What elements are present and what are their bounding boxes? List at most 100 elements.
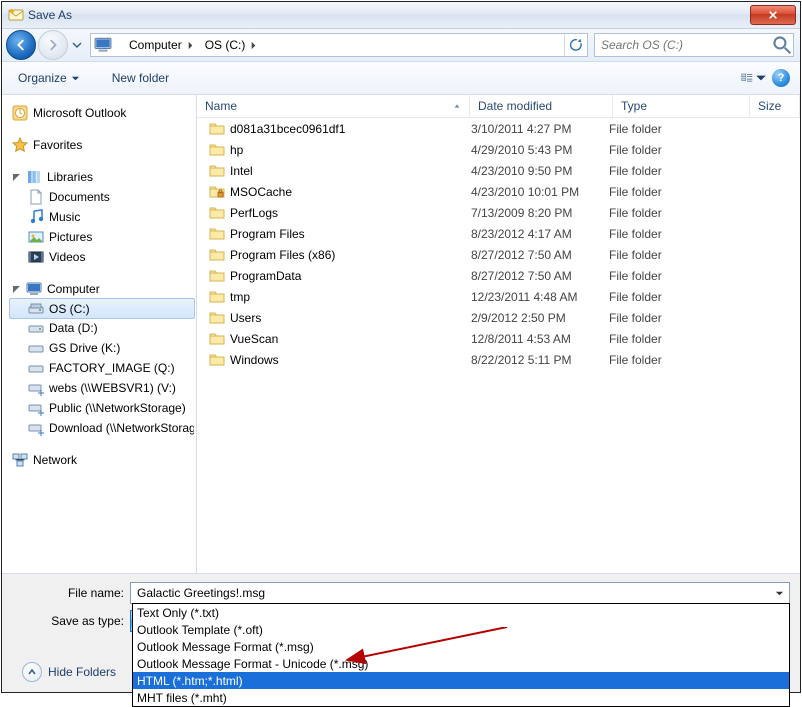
table-row[interactable]: Windows8/22/2012 5:11 PMFile folder [197, 349, 800, 370]
tree-favorites[interactable]: Favorites [10, 135, 194, 155]
search-box[interactable] [594, 33, 794, 57]
tree-osc[interactable]: OS (C:) [9, 298, 195, 319]
file-list: Name Date modified Type Size d081a31bcec… [197, 95, 800, 573]
file-date: 2/9/2012 2:50 PM [465, 311, 603, 325]
chevron-down-icon[interactable] [771, 589, 787, 598]
tree-outlook[interactable]: Microsoft Outlook [10, 103, 194, 123]
table-row[interactable]: PerfLogs7/13/2009 8:20 PMFile folder [197, 202, 800, 223]
tree-videos[interactable]: Videos [10, 247, 194, 267]
folder-icon [209, 310, 225, 326]
search-icon[interactable] [771, 34, 793, 56]
file-name: tmp [230, 290, 250, 304]
file-rows[interactable]: d081a31bcec0961df13/10/2011 4:27 PMFile … [197, 118, 800, 573]
filename-input[interactable] [135, 585, 771, 601]
file-type: File folder [603, 269, 735, 283]
file-type: File folder [603, 206, 735, 220]
app-icon [8, 7, 24, 23]
column-name[interactable]: Name [197, 95, 470, 117]
tree-documents[interactable]: Documents [10, 187, 194, 207]
folder-icon [209, 289, 225, 305]
help-button[interactable]: ? [772, 69, 790, 87]
table-row[interactable]: MSOCache4/23/2010 10:01 PMFile folder [197, 181, 800, 202]
folder-icon [209, 142, 225, 158]
tree-public-w[interactable]: Public (\\NetworkStorage) [10, 398, 194, 418]
file-date: 7/13/2009 8:20 PM [465, 206, 603, 220]
filename-field: File name: [12, 582, 790, 604]
window-title: Save As [28, 8, 72, 22]
file-name: VueScan [230, 332, 278, 346]
title-bar[interactable]: Save As [2, 2, 800, 29]
table-row[interactable]: Intel4/23/2010 9:50 PMFile folder [197, 160, 800, 181]
file-type: File folder [603, 227, 735, 241]
toolbar: Organize New folder ? [2, 62, 800, 95]
column-size[interactable]: Size [750, 95, 800, 117]
breadcrumb-osc[interactable]: OS (C:) [199, 34, 263, 56]
table-row[interactable]: d081a31bcec0961df1 3/10/2011 4:27 PMFile … [197, 118, 800, 139]
table-row[interactable]: Program Files 8/23/2012 4:17 AMFile folde… [197, 223, 800, 244]
nav-tree[interactable]: Microsoft Outlook Favorites Libraries Do… [2, 95, 197, 573]
savetype-dropdown[interactable]: Text Only (*.txt)Outlook Template (*.oft… [132, 603, 790, 707]
new-folder-button[interactable]: New folder [106, 67, 175, 89]
tree-factory-q[interactable]: FACTORY_IMAGE (Q:) [10, 358, 194, 378]
organize-menu[interactable]: Organize [12, 67, 86, 89]
file-list-header[interactable]: Name Date modified Type Size [197, 95, 800, 118]
back-button[interactable] [6, 30, 36, 60]
search-input[interactable] [595, 38, 771, 52]
tree-computer[interactable]: Computer [10, 279, 194, 299]
tree-music[interactable]: Music [10, 207, 194, 227]
breadcrumb-root-chevron[interactable] [115, 38, 123, 52]
file-type: File folder [603, 332, 735, 346]
savetype-option[interactable]: MHT files (*.mht) [133, 689, 789, 706]
table-row[interactable]: ProgramData8/27/2012 7:50 AMFile folder [197, 265, 800, 286]
history-dropdown[interactable] [70, 33, 84, 57]
file-type: File folder [603, 143, 735, 157]
view-options-button[interactable] [740, 66, 768, 90]
refresh-button[interactable] [564, 34, 587, 56]
tree-pictures[interactable]: Pictures [10, 227, 194, 247]
expander-icon[interactable] [12, 173, 21, 182]
expander-icon[interactable] [12, 285, 21, 294]
column-date[interactable]: Date modified [470, 95, 613, 117]
file-name: Program Files [230, 227, 305, 241]
savetype-option[interactable]: HTML (*.htm;*.html) [133, 672, 789, 689]
savetype-option[interactable]: Text Only (*.txt) [133, 604, 789, 621]
breadcrumb-computer[interactable]: Computer [123, 34, 199, 56]
filename-label: File name: [12, 586, 130, 600]
tree-download-x[interactable]: Download (\\NetworkStorage) [10, 418, 194, 438]
save-as-dialog: Save As Computer OS (C:) [1, 1, 801, 693]
table-row[interactable]: Users2/9/2012 2:50 PMFile folder [197, 307, 800, 328]
hide-folders-button[interactable]: Hide Folders [22, 662, 116, 682]
file-name: ProgramData [230, 269, 301, 283]
file-date: 3/10/2011 4:27 PM [465, 122, 603, 136]
table-row[interactable]: tmp12/23/2011 4:48 AMFile folder [197, 286, 800, 307]
file-type: File folder [603, 311, 735, 325]
nav-bar: Computer OS (C:) [2, 29, 800, 62]
tree-gs-k[interactable]: GS Drive (K:) [10, 338, 194, 358]
file-name: MSOCache [230, 185, 292, 199]
folder-icon [209, 121, 225, 137]
breadcrumb[interactable]: Computer OS (C:) [90, 33, 588, 57]
savetype-option[interactable]: Outlook Message Format - Unicode (*.msg) [133, 655, 789, 672]
file-date: 4/29/2010 5:43 PM [465, 143, 603, 157]
folder-icon [209, 184, 225, 200]
file-date: 8/22/2012 5:11 PM [465, 353, 603, 367]
tree-webs-v[interactable]: webs (\\WEBSVR1) (V:) [10, 378, 194, 398]
close-button[interactable] [750, 5, 796, 25]
savetype-option[interactable]: Outlook Template (*.oft) [133, 621, 789, 638]
file-name: Intel [230, 164, 253, 178]
file-date: 12/23/2011 4:48 AM [465, 290, 603, 304]
table-row[interactable]: hp4/29/2010 5:43 PMFile folder [197, 139, 800, 160]
tree-data-d[interactable]: Data (D:) [10, 318, 194, 338]
table-row[interactable]: VueScan12/8/2011 4:53 AMFile folder [197, 328, 800, 349]
column-type[interactable]: Type [613, 95, 750, 117]
tree-libraries[interactable]: Libraries [10, 167, 194, 187]
file-type: File folder [603, 164, 735, 178]
file-type: File folder [603, 122, 735, 136]
file-date: 8/23/2012 4:17 AM [465, 227, 603, 241]
file-name: d081a31bcec0961df1 [230, 122, 345, 136]
filename-combo[interactable] [130, 582, 790, 604]
folder-icon [209, 331, 225, 347]
savetype-option[interactable]: Outlook Message Format (*.msg) [133, 638, 789, 655]
table-row[interactable]: Program Files (x86)8/27/2012 7:50 AMFile… [197, 244, 800, 265]
tree-network[interactable]: Network [10, 450, 194, 470]
